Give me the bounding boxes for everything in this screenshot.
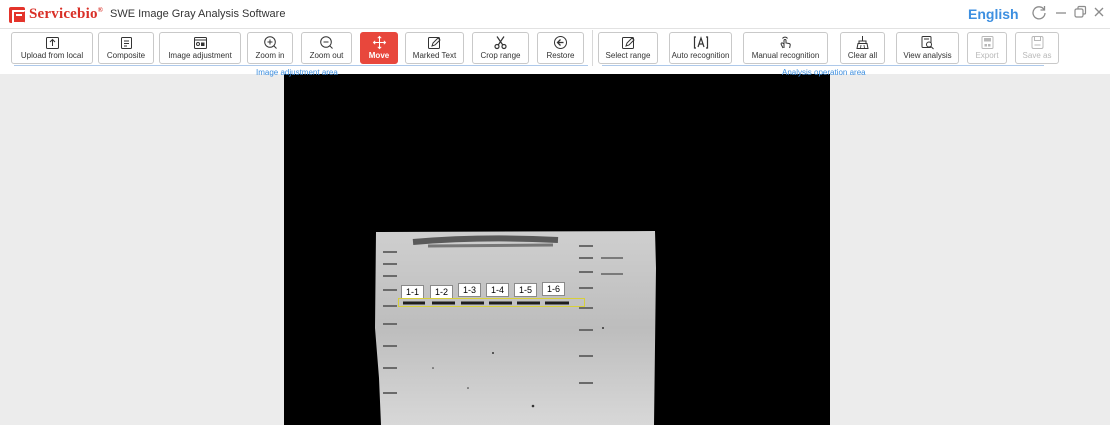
zoom-in-label: Zoom in <box>255 51 285 60</box>
zoom-in-button[interactable]: Zoom in <box>247 32 293 64</box>
save-as-button[interactable]: Save as <box>1015 32 1059 64</box>
auto-recognition-icon <box>693 35 709 50</box>
western-blot-gel <box>375 231 656 425</box>
marked-text-button[interactable]: Marked Text <box>405 32 464 64</box>
move-icon <box>371 35 387 50</box>
lane-label[interactable]: 1-2 <box>430 285 453 299</box>
view-analysis-button[interactable]: View analysis <box>896 32 959 64</box>
composite-icon <box>118 35 134 50</box>
image-adjustment-area-line <box>14 65 588 66</box>
lane-label[interactable]: 1-3 <box>458 283 481 297</box>
brand-name: Servicebio® <box>29 6 104 22</box>
composite-label: Composite <box>106 51 146 60</box>
marked-text-label: Marked Text <box>412 51 457 60</box>
image-adjustment-label: Image adjustment <box>168 51 232 60</box>
lane-label[interactable]: 1-4 <box>486 283 509 297</box>
broom-icon <box>855 35 871 50</box>
auto-recognition-label: Auto recognition <box>671 51 730 60</box>
zoom-in-icon <box>262 35 278 50</box>
zoom-out-label: Zoom out <box>309 51 344 60</box>
analysis-operation-area-line <box>602 65 1044 66</box>
lane-label[interactable]: 1-6 <box>542 282 565 296</box>
select-range-button[interactable]: Select range <box>598 32 658 64</box>
servicebio-logo: Servicebio® <box>9 6 104 24</box>
save-as-label: Save as <box>1022 51 1052 60</box>
image-adjustment-icon <box>192 35 208 50</box>
view-analysis-icon <box>920 35 936 50</box>
lane-label[interactable]: 1-5 <box>514 283 537 297</box>
upload-from-local-label: Upload from local <box>20 51 84 60</box>
export-label: Export <box>975 51 999 60</box>
manual-recognition-label: Manual recognition <box>751 51 820 60</box>
move-button[interactable]: Move <box>360 32 398 64</box>
manual-recognition-button[interactable]: Manual recognition <box>743 32 828 64</box>
export-icon <box>979 35 995 50</box>
select-range-icon <box>620 35 636 50</box>
analysis-operation-area-label: Analysis operation area <box>782 68 866 77</box>
upload-icon <box>44 35 60 50</box>
refresh-icon[interactable] <box>1030 4 1048 22</box>
minimize-icon[interactable] <box>1052 4 1070 22</box>
save-icon <box>1029 35 1045 50</box>
language-selector[interactable]: English <box>968 6 1019 22</box>
move-label: Move <box>368 51 390 60</box>
restore-arrow-icon <box>553 35 569 50</box>
upload-from-local-button[interactable]: Upload from local <box>11 32 93 64</box>
image-adjustment-area-label: Image adjustment area <box>256 68 338 77</box>
composite-button[interactable]: Composite <box>98 32 154 64</box>
clear-all-button[interactable]: Clear all <box>840 32 885 64</box>
zoom-out-button[interactable]: Zoom out <box>301 32 352 64</box>
toolbar-separator <box>592 30 593 66</box>
view-analysis-label: View analysis <box>903 51 952 60</box>
restore-label: Restore <box>546 51 575 60</box>
image-adjustment-button[interactable]: Image adjustment <box>159 32 241 64</box>
title-bar: Servicebio® SWE Image Gray Analysis Soft… <box>0 0 1110 28</box>
lane-label[interactable]: 1-1 <box>401 285 424 299</box>
auto-recognition-button[interactable]: Auto recognition <box>669 32 732 64</box>
servicebio-logo-icon <box>9 6 26 24</box>
scissors-icon <box>493 35 509 50</box>
pencil-square-icon <box>427 35 443 50</box>
band-selection-box[interactable] <box>398 298 585 307</box>
close-icon[interactable] <box>1090 4 1108 22</box>
zoom-out-icon <box>319 35 335 50</box>
app-title: SWE Image Gray Analysis Software <box>110 8 286 20</box>
toolbar: Upload from local Composite Image adjust… <box>0 28 1110 74</box>
restore-window-icon[interactable] <box>1071 4 1089 22</box>
export-button[interactable]: Export <box>967 32 1007 64</box>
select-range-label: Select range <box>605 51 651 60</box>
clear-all-label: Clear all <box>847 51 878 60</box>
crop-range-label: Crop range <box>480 51 521 60</box>
hand-pointer-icon <box>778 35 794 50</box>
restore-button[interactable]: Restore <box>537 32 584 64</box>
crop-range-button[interactable]: Crop range <box>472 32 529 64</box>
